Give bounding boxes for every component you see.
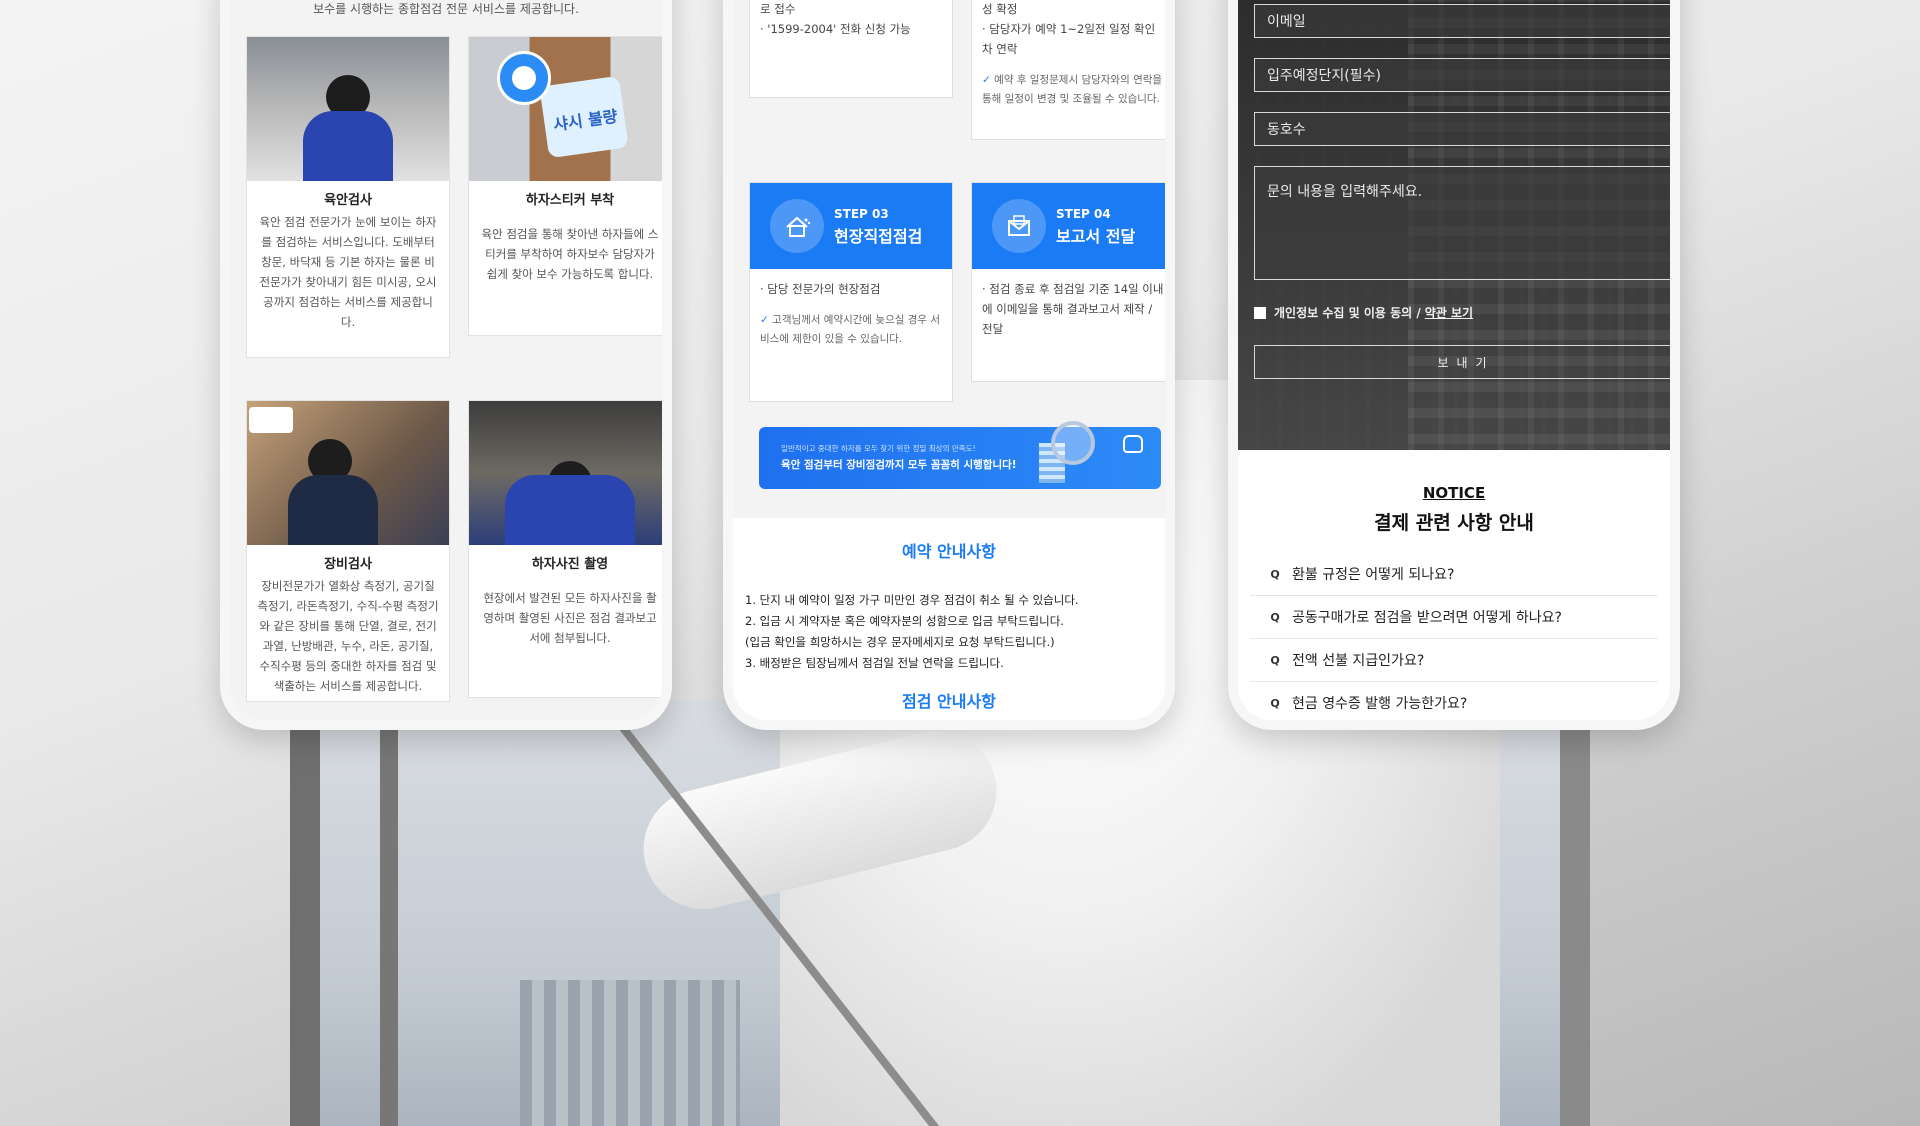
phone-mockup-contact: 이메일 입주예정단지(필수) 동호수 문의 내용을 입력해주세요. 개인정보 수… [1228,0,1680,730]
magnifier-icon [1051,421,1095,465]
service-card-photo: 하자사진 촬영 현장에서 발견된 모든 하자사진을 촬영하며 촬영된 사진은 점… [468,400,662,698]
phone-mockup-process: 로 접수 · '1599-2004' 전화 신청 가능 성 확정 · 담당자가 … [723,0,1175,730]
step-note: ✓ 예약 후 일정문제시 담당자와의 연락을 통해 일정이 변경 및 조율될 수… [982,74,1163,105]
complex-field[interactable]: 입주예정단지(필수) [1254,58,1670,92]
background-building [520,980,740,1126]
house-spray-icon [770,199,824,253]
home-icon [1123,435,1143,453]
step-card-1: 로 접수 · '1599-2004' 전화 신청 가능 [749,0,953,98]
service-desc: 현장에서 발견된 모든 하자사진을 촬영하며 촬영된 사진은 점검 결과보고서에… [483,591,657,645]
list-item: 2. 입금 시 계약자분 혹은 예약자분의 성함으로 입금 부탁드립니다. [745,614,1064,628]
step-text: 성 확정 [982,2,1018,16]
step-header: STEP 03 현장직접점검 [750,183,952,269]
banner-headline: 육안 점검부터 장비점검까지 모두 꼼꼼히 시행합니다! [781,459,1017,471]
service-title: 하자스티커 부착 [525,193,615,208]
service-card-sticker: 샤시 불량 하자스티커 부착 육안 점검을 통해 찾아낸 하자들에 스티커를 부… [468,36,662,336]
inspection-title[interactable]: 점검 안내사항 [733,688,1165,712]
list-item: 1. 단지 내 예약이 일정 가구 미만인 경우 점검이 취소 될 수 있습니다… [745,593,1079,607]
consent-label: 개인정보 수집 및 이용 동의 / [1274,306,1421,320]
send-button[interactable]: 보내기 [1254,345,1670,379]
faq-item[interactable]: Q 현금 영수증 발행 가능한가요? [1250,682,1658,720]
faq-list: Q 환불 규정은 어떻게 되나요? Q 공동구매가로 점검을 받으려면 어떻게 하나… [1250,553,1658,720]
step-item: · 점검 종료 후 점검일 기준 14일 이내에 이메일을 통해 결과보고서 제… [982,282,1164,336]
faq-item[interactable]: Q 전액 선불 지급인가요? [1250,639,1658,682]
faq-question: 공동구매가로 점검을 받으려면 어떻게 하나요? [1292,610,1562,626]
service-title: 육안검사 [324,193,372,208]
service-desc: 육안 점검 전문가가 눈에 보이는 하자를 점검하는 서비스입니다. 도배부터 … [259,215,437,329]
step-card-3: STEP 03 현장직접점검 · 담당 전문가의 현장점검 ✓ 고객님께서 예약… [749,182,953,402]
faq-marker: Q [1270,653,1280,667]
step-item: · '1599-2004' 전화 신청 가능 [760,22,911,36]
faq-item[interactable]: Q 환불 규정은 어떻게 되나요? [1250,553,1658,596]
step-card-4: STEP 04 보고서 전달 · 점검 종료 후 점검일 기준 14일 이내에 … [971,182,1165,382]
phone-mockup-services: 보수를 시행하는 종합점검 전문 서비스를 제공합니다. 육안검사 육안 점검 … [220,0,672,730]
service-card-visual: 육안검사 육안 점검 전문가가 눈에 보이는 하자를 점검하는 서비스입니다. … [246,36,450,358]
services-intro: 보수를 시행하는 종합점검 전문 서비스를 제공합니다. [313,2,579,16]
service-desc: 장비전문가가 열화상 측정기, 공기질 측정기, 라돈측정기, 수직-수평 측정… [257,579,439,693]
notice-title: 결제 관련 사항 안내 [1374,512,1534,534]
check-icon: ✓ [760,314,769,326]
step-item: · 담당자가 예약 1~2일전 일정 확인 차 연락 [982,22,1156,56]
promo-banner[interactable]: 일반적이고 중대한 하자를 모두 찾기 위한 정밀 최상의 만족도! 육안 점검… [759,421,1161,489]
step-name: 현장직접점검 [834,227,923,246]
service-title: 하자사진 촬영 [531,557,609,572]
service-photo-visual [247,37,449,181]
step-text: 로 접수 [760,2,796,16]
service-desc: 육안 점검을 통해 찾아낸 하자들에 스티커를 부착하여 하자보수 담당자가 쉽… [481,227,659,281]
step-item: · 담당 전문가의 현장점검 [760,282,881,296]
faq-item[interactable]: Q 공동구매가로 점검을 받으려면 어떻게 하나요? [1250,596,1658,639]
service-title: 장비검사 [324,557,372,572]
faq-question: 현금 영수증 발행 가능한가요? [1292,696,1468,712]
inquiry-textarea[interactable]: 문의 내용을 입력해주세요. [1254,166,1670,280]
reservation-list: 1. 단지 내 예약이 일정 가구 미만인 경우 점검이 취소 될 수 있습니다… [733,590,1165,674]
unit-field[interactable]: 동호수 [1254,112,1670,146]
reservation-notice: 예약 안내사항 1. 단지 내 예약이 일정 가구 미만인 경우 점검이 취소 … [733,518,1165,720]
faq-marker: Q [1270,610,1280,624]
service-card-equipment: 장비검사 장비전문가가 열화상 측정기, 공기질 측정기, 라돈측정기, 수직-… [246,400,450,702]
contact-form: 이메일 입주예정단지(필수) 동호수 문의 내용을 입력해주세요. 개인정보 수… [1238,0,1670,450]
faq-marker: Q [1270,696,1280,710]
step-number: STEP 03 [834,207,889,221]
step-card-2: 성 확정 · 담당자가 예약 1~2일전 일정 확인 차 연락 ✓ 예약 후 일… [971,0,1165,140]
terms-link[interactable]: 약관 보기 [1425,304,1473,321]
notice-eyebrow: NOTICE [1422,484,1486,502]
list-item: (입금 확인을 희망하시는 경우 문자메세지로 요청 부탁드립니다.) [745,635,1055,649]
mail-icon [992,199,1046,253]
faq-marker: Q [1270,567,1280,581]
privacy-consent: 개인정보 수집 및 이용 동의 / 약관 보기 [1254,304,1473,321]
service-photo-photo [469,401,662,545]
list-item: 3. 배정받은 팀장님께서 점검일 전날 연락을 드립니다. [745,656,1004,670]
reservation-title: 예약 안내사항 [902,542,996,561]
step-name: 보고서 전달 [1056,227,1136,246]
check-icon: ✓ [982,74,991,86]
step-note: ✓ 고객님께서 예약시간에 늦으실 경우 서비스에 제한이 있을 수 있습니다. [760,314,941,345]
service-photo-sticker: 샤시 불량 [469,37,662,181]
faq-question: 전액 선불 지급인가요? [1292,653,1425,669]
email-field[interactable]: 이메일 [1254,4,1670,38]
payment-notice: NOTICE 결제 관련 사항 안내 Q 환불 규정은 어떻게 되나요? Q 공동구… [1238,450,1670,720]
service-photo-equipment [247,401,449,545]
consent-checkbox[interactable] [1254,306,1266,319]
power-icon [497,51,551,105]
faq-question: 환불 규정은 어떻게 되나요? [1292,567,1455,583]
banner-subtext: 일반적이고 중대한 하자를 모두 찾기 위한 정밀 최상의 만족도! [781,444,976,453]
step-number: STEP 04 [1056,207,1111,221]
step-header: STEP 04 보고서 전달 [972,183,1165,269]
